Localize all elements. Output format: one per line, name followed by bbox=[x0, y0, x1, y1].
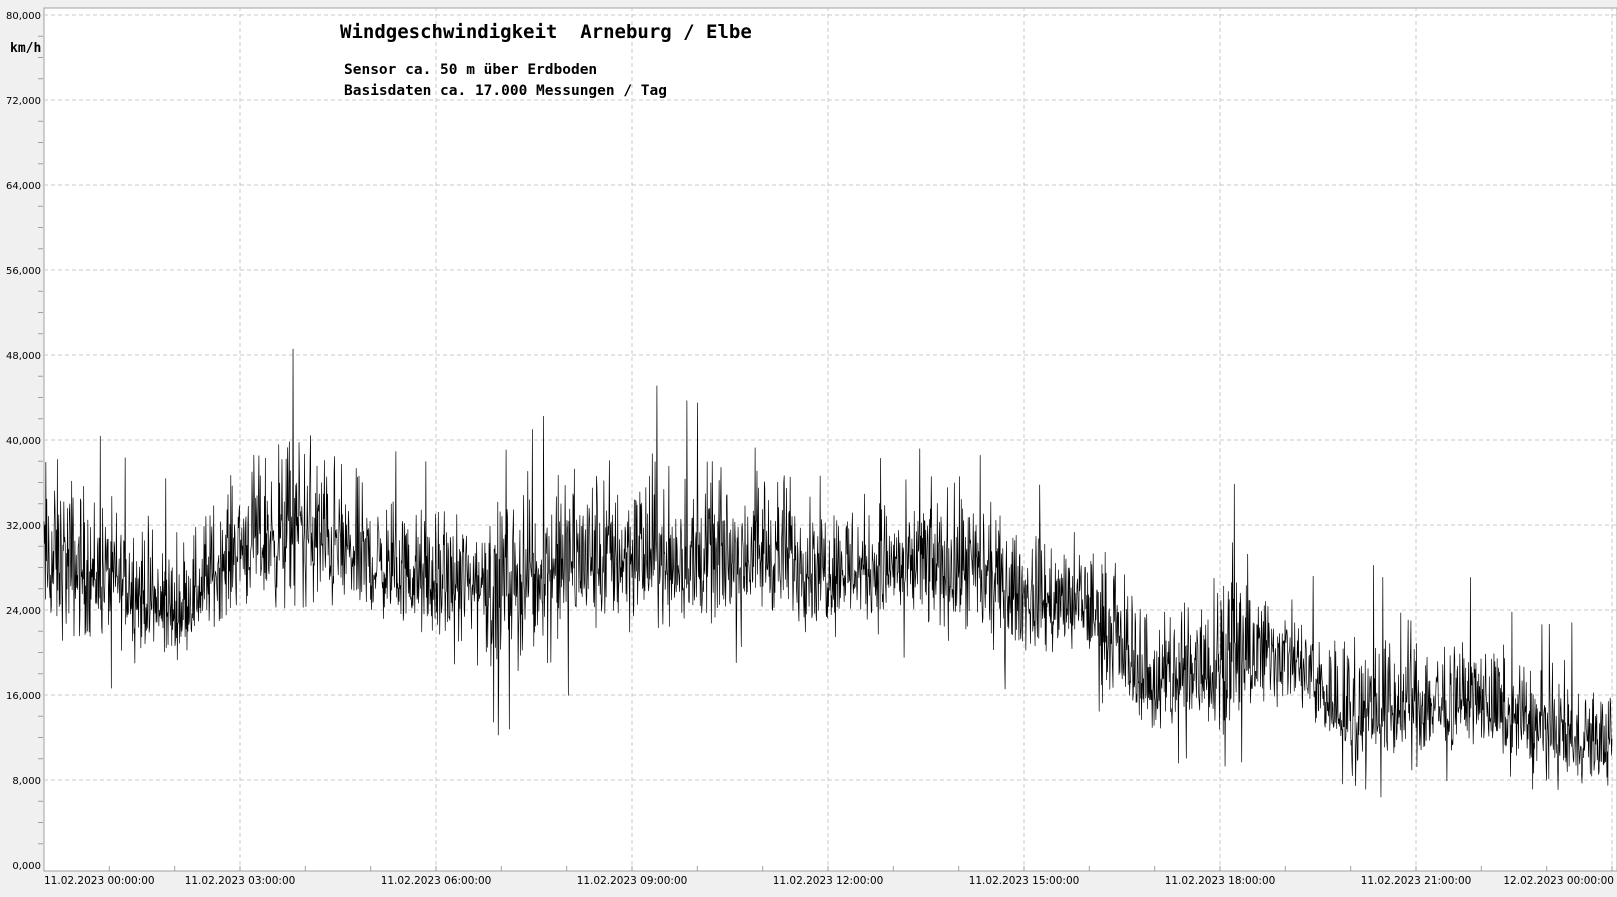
x-tick-label: 11.02.2023 12:00:00 bbox=[773, 875, 884, 887]
x-tick-label: 11.02.2023 03:00:00 bbox=[185, 875, 296, 887]
y-axis-unit-label: km/h bbox=[10, 41, 41, 56]
y-tick-label: 8,000 bbox=[12, 776, 41, 787]
chart-subtitle-data: Basisdaten ca. 17.000 Messungen / Tag bbox=[344, 83, 667, 99]
y-tick-label: 56,000 bbox=[6, 266, 41, 277]
x-tick-label: 11.02.2023 15:00:00 bbox=[969, 875, 1080, 887]
x-tick-label: 11.02.2023 06:00:00 bbox=[381, 875, 492, 887]
chart-title: Windgeschwindigkeit Arneburg / Elbe bbox=[340, 21, 752, 43]
y-tick-label: 32,000 bbox=[6, 521, 41, 532]
x-tick-label: 12.02.2023 00:00:00 bbox=[1503, 875, 1614, 887]
x-tick-label: 11.02.2023 09:00:00 bbox=[577, 875, 688, 887]
y-tick-label: 16,000 bbox=[6, 691, 41, 702]
y-tick-label: 48,000 bbox=[6, 351, 41, 362]
y-tick-label: 0,000 bbox=[12, 861, 41, 872]
chart-subtitle-sensor: Sensor ca. 50 m über Erdboden bbox=[344, 62, 597, 78]
x-tick-label: 11.02.2023 18:00:00 bbox=[1165, 875, 1276, 887]
x-tick-label: 11.02.2023 00:00:00 bbox=[44, 875, 155, 887]
y-tick-label: 72,000 bbox=[6, 96, 41, 107]
y-tick-label: 80,000 bbox=[6, 11, 41, 22]
x-tick-label: 11.02.2023 21:00:00 bbox=[1361, 875, 1472, 887]
wind-speed-chart: 0,000 8,000 16,000 24,000 32,000 40,000 48,000… bbox=[0, 0, 1617, 897]
y-tick-label: 40,000 bbox=[6, 436, 41, 447]
y-tick-label: 24,000 bbox=[6, 606, 41, 617]
y-tick-label: 64,000 bbox=[6, 181, 41, 192]
